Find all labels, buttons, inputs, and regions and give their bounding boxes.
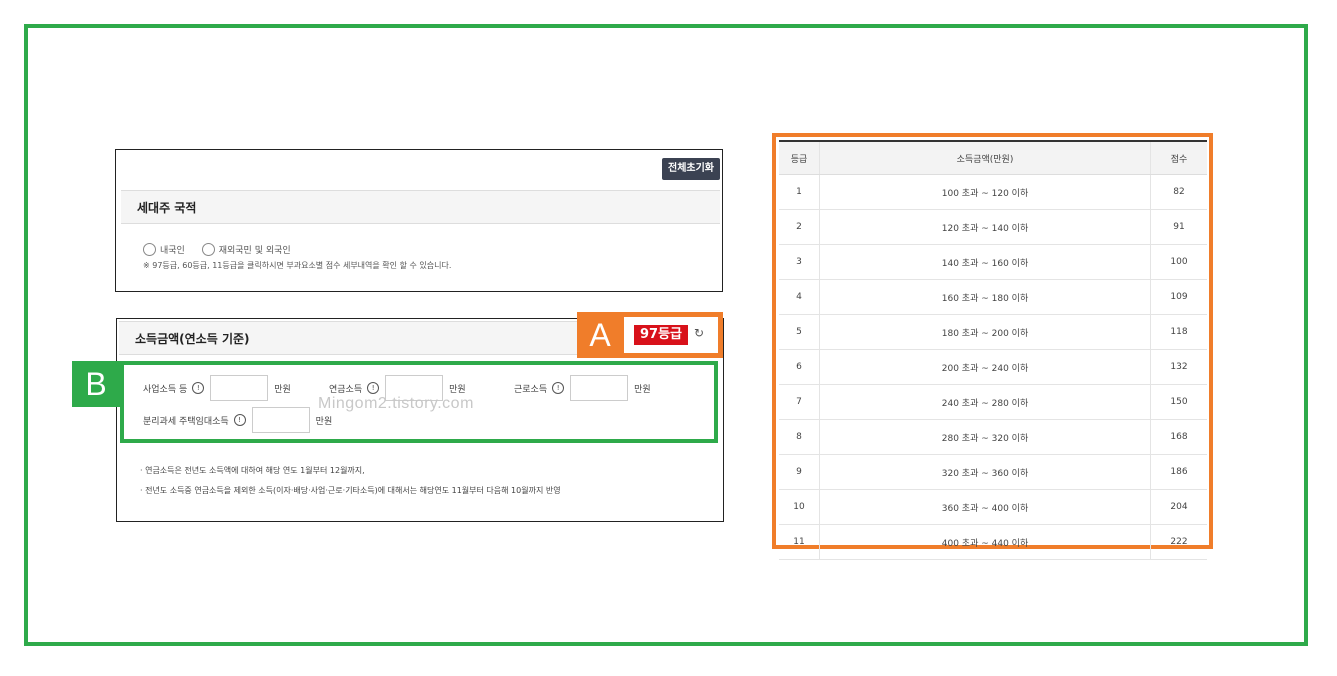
info-icon[interactable]: ! — [192, 382, 205, 394]
cell-income-range: 240 초과 ~ 280 이하 — [819, 384, 1151, 420]
cell-score: 186 — [1150, 454, 1207, 490]
income-note-item: · 전년도 소득중 연금소득을 제외한 소득(이자·배당·사업·근로·기타소득)… — [140, 486, 561, 495]
table-row: 2 120 초과 ~ 140 이하 91 — [779, 209, 1207, 245]
cell-income-range: 360 초과 ~ 400 이하 — [819, 489, 1151, 525]
table-header-row: 등급 소득금액(만원) 점수 — [779, 140, 1207, 175]
business-income-input[interactable] — [210, 375, 269, 401]
info-icon[interactable]: ! — [552, 382, 565, 394]
radio-korean[interactable]: 내국인 — [143, 243, 185, 256]
nationality-radio-group: 내국인 재외국민 및 외국인 — [143, 243, 305, 259]
cell-income-range: 160 초과 ~ 180 이하 — [819, 279, 1151, 315]
table-row: 3 140 초과 ~ 160 이하 100 — [779, 244, 1207, 280]
table-body: 1 100 초과 ~ 120 이하 82 2 120 초과 ~ 140 이하 91 3 140… — [779, 174, 1207, 560]
earned-income-input[interactable] — [570, 375, 629, 401]
cell-grade: 6 — [779, 349, 820, 385]
cell-income-range: 280 초과 ~ 320 이하 — [819, 419, 1151, 455]
refresh-icon[interactable]: ↻ — [694, 326, 708, 340]
cell-score: 132 — [1150, 349, 1207, 385]
cell-grade: 3 — [779, 244, 820, 280]
field-business-income: 사업소득 등 ! 만원 — [143, 375, 291, 401]
field-label: 근로소득 — [514, 384, 548, 395]
cell-income-range: 320 초과 ~ 360 이하 — [819, 454, 1151, 490]
radio-circle-icon — [201, 243, 215, 256]
cell-score: 222 — [1150, 524, 1207, 560]
table-row: 10 360 초과 ~ 400 이하 204 — [779, 489, 1207, 525]
cell-grade: 1 — [779, 174, 820, 210]
cell-grade: 7 — [779, 384, 820, 420]
cell-income-range: 140 초과 ~ 160 이하 — [819, 244, 1151, 280]
radio-label: 재외국민 및 외국인 — [218, 246, 291, 256]
radio-foreigner[interactable]: 재외국민 및 외국인 — [201, 243, 291, 256]
income-note-item: · 연금소득은 전년도 소득액에 대하여 해당 연도 1월부터 12월까지, — [140, 466, 365, 475]
field-label: 분리과세 주택임대소득 — [143, 416, 229, 427]
field-earned-income: 근로소득 ! 만원 — [514, 375, 651, 401]
cell-grade: 10 — [779, 489, 820, 525]
cell-income-range: 180 초과 ~ 200 이하 — [819, 314, 1151, 350]
grade-badge[interactable]: 97등급 — [634, 325, 689, 345]
cell-grade: 2 — [779, 209, 820, 245]
unit-label: 만원 — [634, 384, 651, 395]
cell-score: 82 — [1150, 174, 1207, 210]
field-label: 연금소득 — [329, 384, 363, 395]
field-rental-income: 분리과세 주택임대소득 ! 만원 — [143, 407, 332, 433]
reset-all-button[interactable]: 전체초기화 — [662, 158, 720, 180]
cell-score: 100 — [1150, 244, 1207, 280]
cell-income-range: 200 초과 ~ 240 이하 — [819, 349, 1151, 385]
cell-score: 118 — [1150, 314, 1207, 350]
header-grade: 등급 — [779, 140, 820, 175]
header-income: 소득금액(만원) — [819, 140, 1151, 175]
annotation-b-label: B — [72, 361, 120, 407]
grade-table: 등급 소득금액(만원) 점수 1 100 초과 ~ 120 이하 82 2 120 초과… — [779, 140, 1207, 560]
grade-annotation-a: A 97등급 ↻ — [577, 312, 723, 358]
cell-grade: 8 — [779, 419, 820, 455]
household-nationality-panel: 전체초기화 세대주 국적 내국인 재외국민 및 외국인 ※ 97등급, 60등급… — [115, 149, 723, 292]
radio-circle-icon — [143, 243, 156, 256]
cell-score: 109 — [1150, 279, 1207, 315]
info-icon[interactable]: ! — [233, 414, 246, 426]
table-row: 9 320 초과 ~ 360 이하 186 — [779, 454, 1207, 490]
cell-score: 91 — [1150, 209, 1207, 245]
cell-grade: 5 — [779, 314, 820, 350]
table-row: 5 180 초과 ~ 200 이하 118 — [779, 314, 1207, 350]
cell-income-range: 120 초과 ~ 140 이하 — [819, 209, 1151, 245]
table-row: 8 280 초과 ~ 320 이하 168 — [779, 419, 1207, 455]
cell-score: 150 — [1150, 384, 1207, 420]
annotation-a-label: A — [589, 317, 611, 353]
field-label: 사업소득 등 — [143, 384, 188, 395]
income-notes: · 연금소득은 전년도 소득액에 대하여 해당 연도 1월부터 12월까지, ·… — [140, 465, 561, 505]
cell-income-range: 400 초과 ~ 440 이하 — [819, 524, 1151, 560]
table-row: 1 100 초과 ~ 120 이하 82 — [779, 174, 1207, 210]
table-row: 11 400 초과 ~ 440 이하 222 — [779, 524, 1207, 560]
cell-score: 204 — [1150, 489, 1207, 525]
watermark: Mingom2.tistory.com — [318, 395, 474, 412]
info-icon[interactable]: ! — [367, 382, 380, 394]
grade-note: ※ 97등급, 60등급, 11등급을 클릭하시면 부과요소별 점수 세부내역을… — [143, 261, 452, 270]
grade-display: 97등급 ↻ — [624, 317, 718, 353]
cell-income-range: 100 초과 ~ 120 이하 — [819, 174, 1151, 210]
table-row: 7 240 초과 ~ 280 이하 150 — [779, 384, 1207, 420]
cell-grade: 9 — [779, 454, 820, 490]
unit-label: 만원 — [315, 416, 333, 427]
rental-income-input[interactable] — [251, 407, 310, 433]
unit-label: 만원 — [274, 384, 291, 395]
header-score: 점수 — [1150, 140, 1207, 175]
unit-label: 만원 — [449, 384, 466, 395]
radio-label: 내국인 — [160, 246, 185, 256]
cell-grade: 4 — [779, 279, 820, 315]
grade-table-container: 등급 소득금액(만원) 점수 1 100 초과 ~ 120 이하 82 2 120 초과… — [779, 140, 1207, 560]
nationality-section-title: 세대주 국적 — [121, 190, 720, 224]
table-row: 4 160 초과 ~ 180 이하 109 — [779, 279, 1207, 315]
cell-score: 168 — [1150, 419, 1207, 455]
table-row: 6 200 초과 ~ 240 이하 132 — [779, 349, 1207, 385]
cell-grade: 11 — [779, 524, 820, 560]
